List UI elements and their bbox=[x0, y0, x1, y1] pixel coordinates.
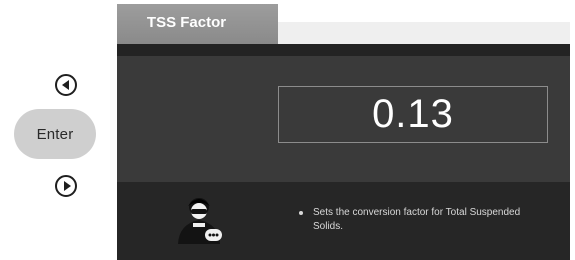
tab-tss-factor[interactable]: TSS Factor bbox=[117, 4, 278, 44]
tss-factor-value: 0.13 bbox=[372, 92, 454, 136]
right-arrow-button[interactable] bbox=[55, 175, 77, 197]
help-item: Sets the conversion factor for Total Sus… bbox=[299, 206, 539, 234]
left-arrow-icon bbox=[61, 80, 69, 90]
help-list: Sets the conversion factor for Total Sus… bbox=[299, 206, 539, 234]
right-arrow-icon bbox=[63, 181, 71, 191]
device-screen: TSS Factor 0.13 Sets the conversion fact… bbox=[117, 4, 570, 260]
header-band bbox=[117, 44, 570, 56]
left-arrow-button[interactable] bbox=[55, 74, 77, 96]
help-panel: Sets the conversion factor for Total Sus… bbox=[117, 182, 570, 260]
operator-avatar-icon bbox=[178, 198, 222, 244]
value-display[interactable]: 0.13 bbox=[278, 86, 548, 143]
tab-title: TSS Factor bbox=[146, 13, 227, 31]
enter-button[interactable]: Enter bbox=[14, 109, 96, 159]
tab-strip: TSS Factor bbox=[117, 4, 570, 44]
tab-strip-light bbox=[278, 22, 570, 44]
value-panel: 0.13 bbox=[117, 56, 570, 182]
enter-button-label: Enter bbox=[36, 125, 74, 143]
